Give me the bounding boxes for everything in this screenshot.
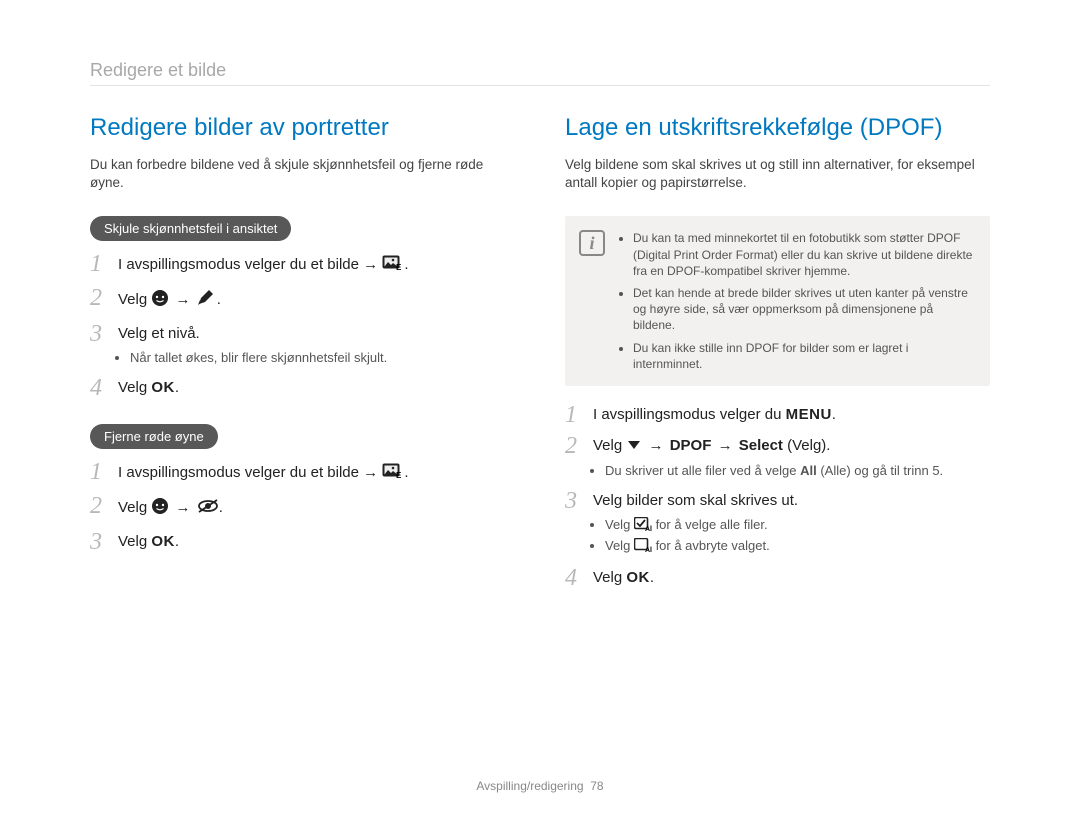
bullet-text: Du skriver ut alle filer ved å velge [605,463,800,478]
select-suffix: (Velg). [783,437,831,454]
left-column: Redigere bilder av portretter Du kan for… [90,114,515,614]
step-bullet: Velg All for å velge alle filer. [605,517,990,534]
steps-hide-blemishes: I avspillingsmodus velger du et bilde → … [90,255,515,396]
divider [90,85,990,86]
step-item: I avspillingsmodus velger du et bilde → … [90,463,515,483]
arrow-icon: → [716,437,735,454]
note-item: Det kan hende at brede bilder skrives ut… [633,285,974,334]
bullet-text: for å velge alle filer. [656,517,768,532]
dpof-label: DPOF [670,437,712,454]
step-text: Velg et nivå. [118,325,200,342]
step-bullet: Velg All for å avbryte valget. [605,538,990,555]
step-text: Velg [118,291,147,308]
step-text: Velg [118,499,147,516]
note-list: Du kan ta med minnekortet til en fotobut… [633,230,974,372]
step-text: Velg [118,533,147,550]
step-bullet: Når tallet økes, blir flere skjønnhetsfe… [130,350,515,365]
step-text: Velg [118,379,147,396]
step-item: Velg et nivå. Når tallet økes, blir fler… [90,325,515,365]
ok-icon: OK [151,533,175,550]
eye-slash-icon [197,499,219,517]
bullet-text: (Alle) og gå til trinn 5. [817,463,943,478]
heading-portraits: Redigere bilder av portretter [90,114,515,142]
note-item: Du kan ta med minnekortet til en fotobut… [633,230,974,279]
step-item: Velg → . [90,289,515,311]
select-label: Select [739,437,783,454]
step-text: Velg [593,569,622,586]
step-item: I avspillingsmodus velger du MENU. [565,406,990,423]
bullet-text: Velg [605,538,630,553]
steps-red-eye: I avspillingsmodus velger du et bilde → … [90,463,515,550]
face-icon [151,497,169,519]
bullet-text: Velg [605,517,630,532]
brush-icon [197,290,217,310]
step-text: Velg [593,437,622,454]
svg-text:E: E [396,471,402,479]
step-item: Velg → DPOF → Select (Velg). Du skriver … [565,437,990,478]
arrow-icon: → [174,291,193,308]
step-item: Velg OK. [565,569,990,586]
chevron-down-icon [626,437,642,455]
breadcrumb: Redigere et bilde [90,60,990,81]
ok-icon: OK [626,569,650,586]
footer-page: 78 [590,779,603,793]
note-item: Du kan ikke stille inn DPOF for bilder s… [633,340,974,372]
chip-red-eye: Fjerne røde øyne [90,424,218,449]
arrow-icon: → [647,437,666,454]
face-icon [151,289,169,311]
heading-dpof: Lage en utskriftsrekkefølge (DPOF) [565,114,990,142]
edit-photo-icon: E [382,255,404,275]
arrow-icon: → [174,499,193,516]
menu-icon: MENU [786,406,832,423]
select-all-icon: All [634,517,652,534]
info-icon: i [579,230,605,256]
edit-photo-icon: E [382,463,404,483]
step-bullet: Du skriver ut alle filer ved å velge All… [605,463,990,478]
step-item: Velg OK. [90,533,515,550]
intro-portraits: Du kan forbedre bildene ved å skjule skj… [90,156,515,192]
svg-text:All: All [645,547,652,552]
note-box: i Du kan ta med minnekortet til en fotob… [565,216,990,386]
step-text: Velg bilder som skal skrives ut. [593,492,798,509]
step-text: I avspillingsmodus velger du [593,406,781,423]
step-item: Velg bilder som skal skrives ut. Velg Al… [565,492,990,555]
deselect-all-icon: All [634,538,652,555]
ok-icon: OK [151,379,175,396]
steps-dpof: I avspillingsmodus velger du MENU. Velg … [565,406,990,586]
content-columns: Redigere bilder av portretter Du kan for… [90,114,990,614]
intro-dpof: Velg bildene som skal skrives ut og stil… [565,156,990,192]
right-column: Lage en utskriftsrekkefølge (DPOF) Velg … [565,114,990,614]
step-text: I avspillingsmodus velger du et bilde → [118,464,378,481]
bullet-text: for å avbryte valget. [656,538,770,553]
footer-section: Avspilling/redigering [476,779,583,793]
all-label: All [800,463,817,478]
chip-hide-blemishes: Skjule skjønnhetsfeil i ansiktet [90,216,291,241]
step-text: I avspillingsmodus velger du et bilde → [118,256,378,273]
page-footer: Avspilling/redigering 78 [0,779,1080,793]
step-item: Velg → . [90,497,515,519]
svg-text:All: All [645,526,652,531]
svg-text:E: E [396,263,402,271]
step-item: I avspillingsmodus velger du et bilde → … [90,255,515,275]
step-item: Velg OK. [90,379,515,396]
